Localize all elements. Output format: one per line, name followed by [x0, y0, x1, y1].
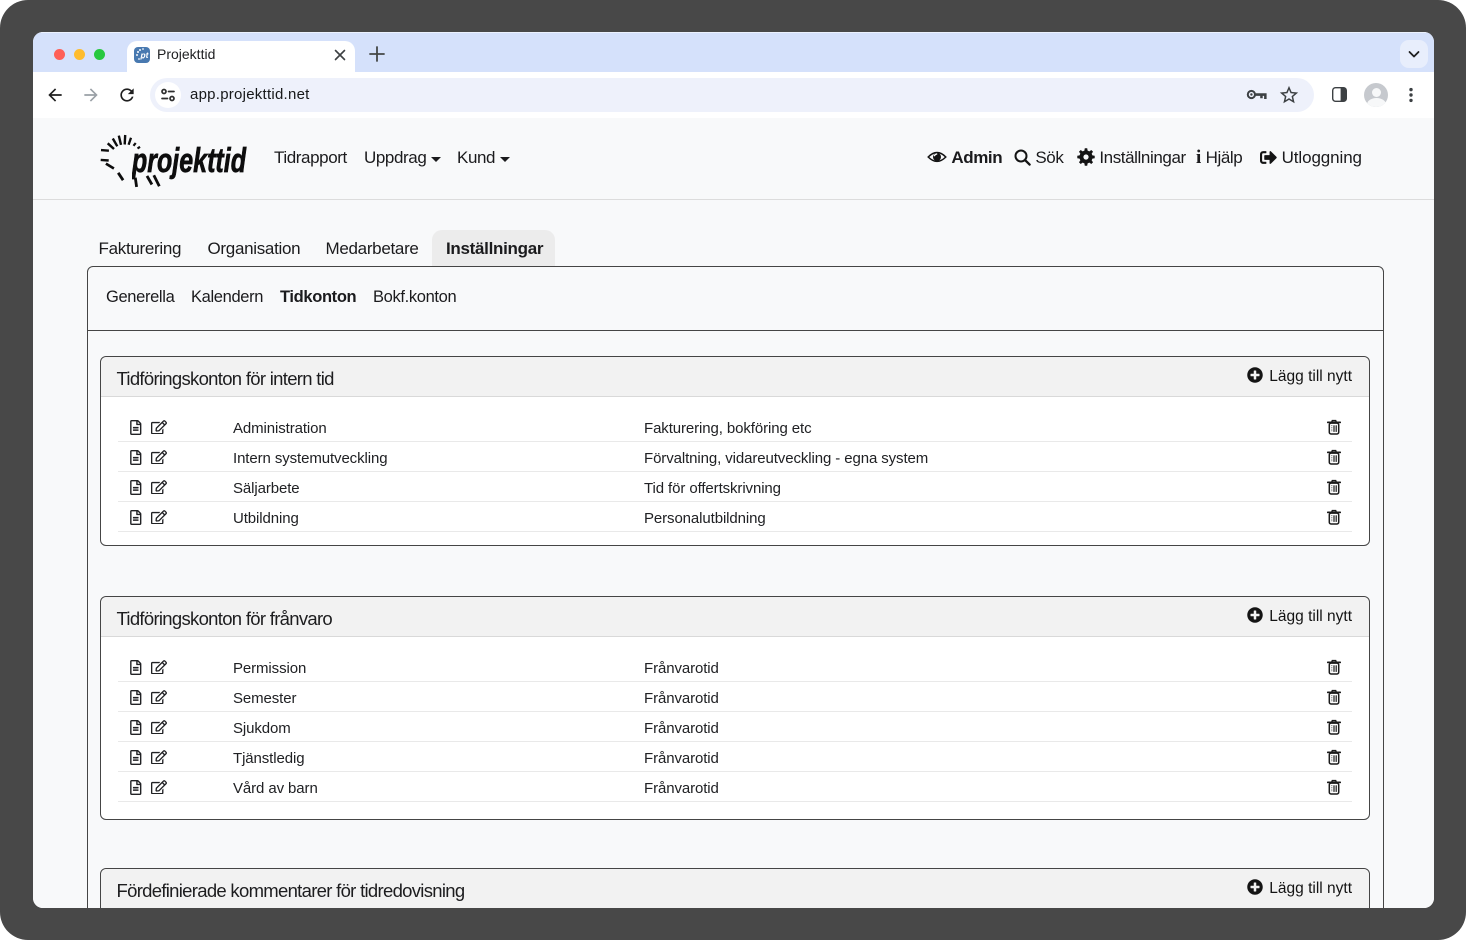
- svg-text:projekttid: projekttid: [132, 142, 247, 180]
